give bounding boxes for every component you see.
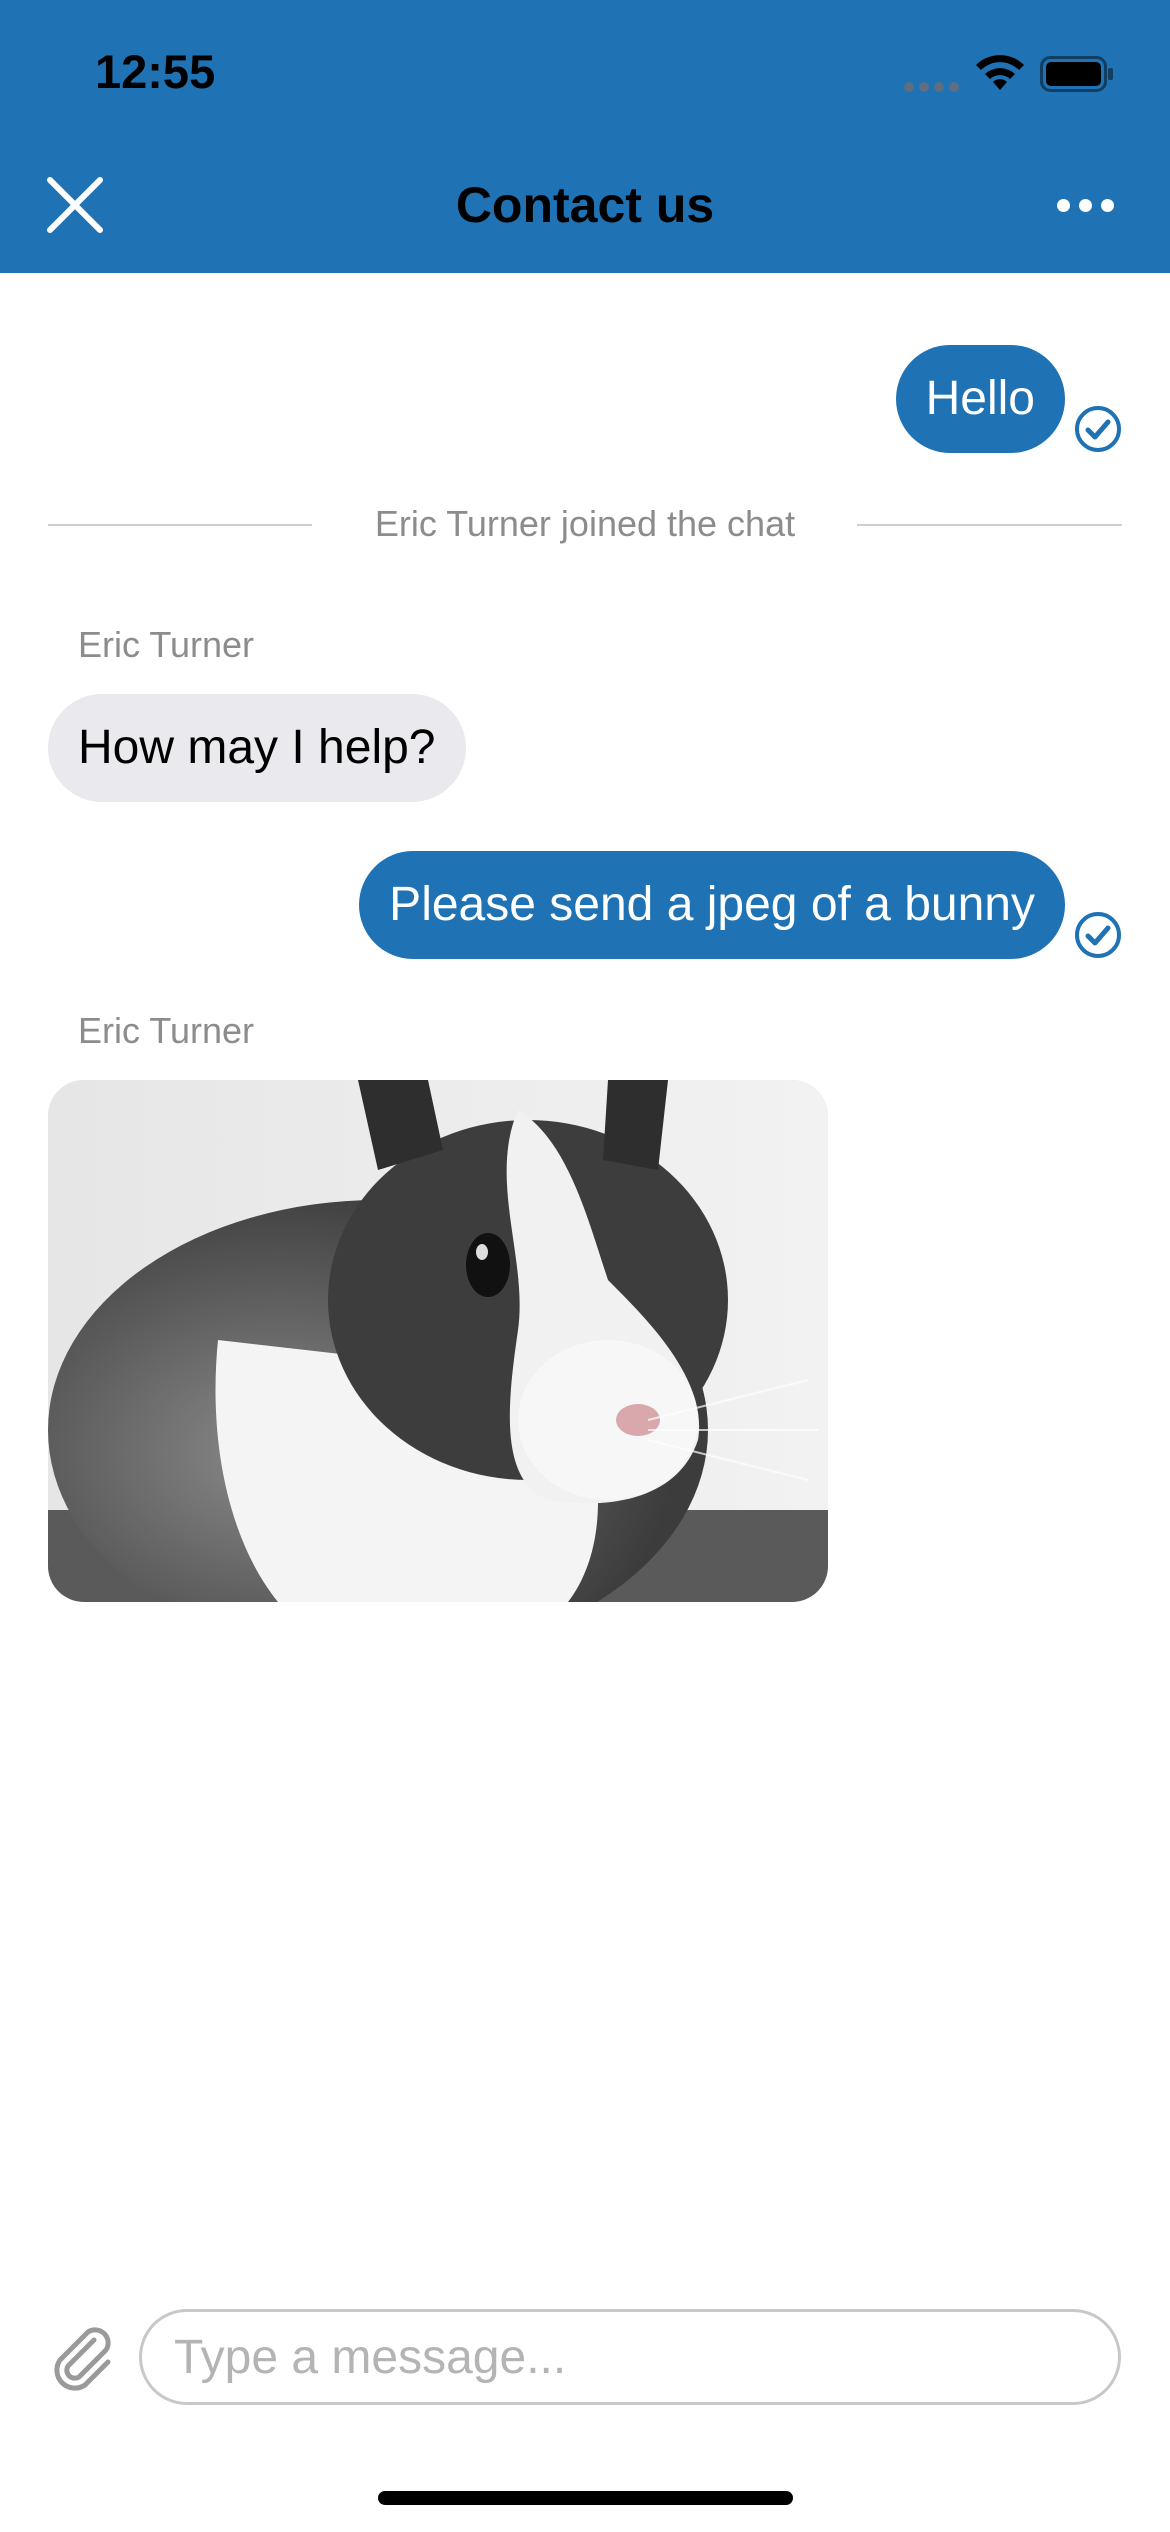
incoming-message-bubble[interactable]: How may I help? [48, 694, 466, 802]
wifi-icon [976, 55, 1024, 90]
app-header: 12:55 Contact us [0, 0, 1170, 273]
more-horizontal-icon [1057, 199, 1070, 212]
page-title: Contact us [455, 177, 715, 233]
delivered-check-icon [1075, 406, 1121, 452]
bunny-photo[interactable] [48, 1080, 828, 1602]
home-indicator [378, 2491, 793, 2505]
sender-name: Eric Turner [78, 1010, 255, 1051]
battery-icon [1040, 56, 1113, 92]
divider-right [857, 524, 1122, 526]
chat-screen: 12:55 Contact us Hello Eric Turner joine… [0, 0, 1170, 2532]
status-time: 12:55 [95, 45, 216, 98]
more-options-button[interactable] [1050, 190, 1120, 220]
cellular-signal-icon [904, 82, 959, 92]
outgoing-message-bubble[interactable]: Please send a jpeg of a bunny [359, 851, 1065, 959]
sender-name: Eric Turner [78, 624, 255, 665]
paperclip-icon[interactable] [48, 2322, 120, 2394]
message-input[interactable] [139, 2309, 1121, 2405]
outgoing-message-bubble[interactable]: Hello [895, 345, 1065, 453]
delivered-check-icon [1075, 912, 1121, 958]
